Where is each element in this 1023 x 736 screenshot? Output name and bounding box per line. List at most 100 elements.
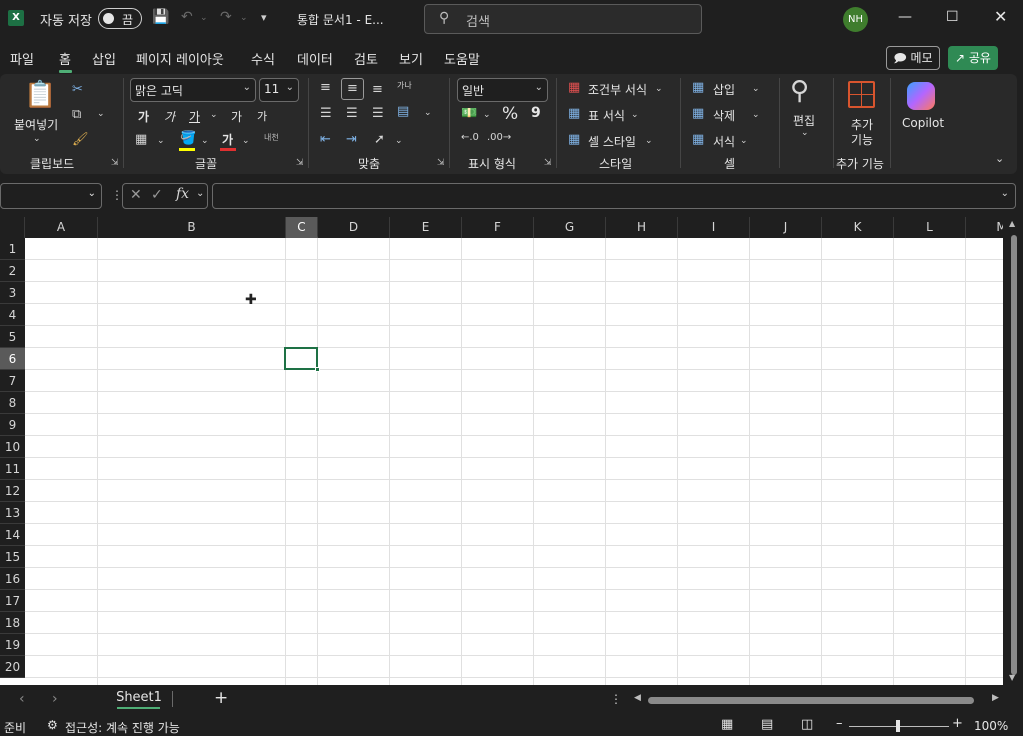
add-ins-icon[interactable] (848, 81, 875, 108)
column-header[interactable]: G (534, 217, 606, 238)
document-title[interactable]: 통합 문서1 - E... (297, 11, 384, 28)
cell-styles-button[interactable]: 셀 스타일 (588, 133, 636, 150)
fill-handle[interactable] (315, 367, 320, 372)
add-ins-label-2[interactable]: 기능 (851, 131, 873, 148)
orientation-icon[interactable]: ➚ (374, 132, 385, 147)
align-top-icon[interactable]: ≡ (320, 80, 331, 95)
expand-formula-icon[interactable]: ⌄ (1001, 188, 1009, 199)
shrink-font-button[interactable]: 가 (257, 108, 267, 124)
cancel-icon[interactable]: ✕ (130, 187, 142, 203)
italic-button[interactable]: 가 (164, 108, 175, 125)
chevron-down-icon[interactable]: ⌄ (645, 136, 653, 146)
cell-styles-icon[interactable]: ▦ (568, 132, 580, 147)
close-icon[interactable]: ✕ (994, 7, 1007, 26)
column-header[interactable]: K (822, 217, 894, 238)
column-header[interactable]: E (390, 217, 462, 238)
font-color-button[interactable]: 가 (222, 131, 233, 148)
editing-button[interactable]: 편집 (793, 112, 815, 129)
chevron-down-icon[interactable]: ⌄ (196, 188, 204, 199)
copilot-icon[interactable] (907, 82, 935, 110)
column-header[interactable]: C (286, 217, 318, 238)
number-format-select[interactable]: 일반 ⌄ (457, 78, 548, 102)
column-header[interactable]: I (678, 217, 750, 238)
tab-page-layout[interactable]: 페이지 레이아웃 (136, 49, 224, 68)
row-header[interactable]: 15 (0, 546, 25, 568)
undo-dropdown-icon[interactable]: ⌄ (200, 13, 208, 23)
enter-icon[interactable]: ✓ (151, 187, 163, 203)
row-header[interactable]: 6 (0, 348, 25, 370)
accounting-dropdown-icon[interactable]: ⌄ (483, 110, 491, 120)
orientation-dropdown-icon[interactable]: ⌄ (395, 136, 403, 146)
row-header[interactable]: 13 (0, 502, 25, 524)
row-header[interactable]: 10 (0, 436, 25, 458)
chevron-down-icon[interactable]: ⌄ (752, 110, 760, 120)
row-header[interactable]: 17 (0, 590, 25, 612)
font-size-select[interactable]: 11 ⌄ (259, 78, 299, 102)
tab-help[interactable]: 도움말 (444, 49, 480, 68)
row-header[interactable]: 12 (0, 480, 25, 502)
row-header[interactable]: 18 (0, 612, 25, 634)
chevron-down-icon[interactable]: ⌄ (655, 84, 663, 94)
redo-dropdown-icon[interactable]: ⌄ (240, 13, 248, 23)
row-header[interactable]: 20 (0, 656, 25, 678)
chevron-down-icon[interactable]: ⌄ (631, 110, 639, 120)
decrease-decimal-icon[interactable]: .00→ (487, 132, 511, 143)
format-cells-button[interactable]: 서식 (713, 133, 735, 150)
phonetic-button[interactable]: 내천 (264, 132, 279, 143)
row-header[interactable]: 19 (0, 634, 25, 656)
row-header[interactable]: 1 (0, 238, 25, 260)
vertical-scroll-thumb[interactable] (1011, 235, 1017, 675)
increase-indent-icon[interactable]: ⇥ (346, 132, 357, 147)
page-break-view-icon[interactable]: ◫ (801, 717, 813, 732)
paste-dropdown-icon[interactable]: ⌄ (33, 134, 41, 144)
font-launcher-icon[interactable]: ⇲ (296, 158, 304, 168)
tab-view[interactable]: 보기 (399, 49, 423, 68)
column-header[interactable]: J (750, 217, 822, 238)
paste-label[interactable]: 붙여넣기 (14, 116, 58, 133)
row-header[interactable]: 11 (0, 458, 25, 480)
name-box[interactable]: ⌄ (0, 183, 102, 209)
font-name-select[interactable]: 맑은 고딕 ⌄ (130, 78, 256, 102)
comma-style-button[interactable]: 9 (531, 105, 541, 121)
align-center-icon[interactable]: ☰ (346, 106, 358, 121)
fill-color-icon[interactable]: 🪣 (180, 131, 196, 146)
decrease-indent-icon[interactable]: ⇤ (320, 132, 331, 147)
tab-insert[interactable]: 삽입 (92, 49, 116, 68)
paste-icon[interactable]: 📋 (24, 80, 56, 110)
insert-cells-icon[interactable]: ▦ (692, 80, 704, 95)
column-header[interactable]: M (966, 217, 1003, 238)
row-header[interactable]: 9 (0, 414, 25, 436)
copy-icon[interactable]: ⧉ (72, 107, 81, 122)
zoom-in-icon[interactable]: + (952, 716, 963, 731)
chevron-down-icon[interactable]: ⌄ (752, 84, 760, 94)
row-header[interactable]: 16 (0, 568, 25, 590)
zoom-out-icon[interactable]: – (836, 716, 843, 731)
row-header[interactable]: 8 (0, 392, 25, 414)
collapse-ribbon-icon[interactable]: ⌄ (995, 152, 1004, 165)
chevron-down-icon[interactable]: ⌄ (801, 128, 809, 138)
borders-dropdown-icon[interactable]: ⌄ (157, 136, 165, 146)
row-header[interactable]: 14 (0, 524, 25, 546)
format-as-table-button[interactable]: 표 서식 (588, 107, 625, 124)
chevron-down-icon[interactable]: ⌄ (740, 136, 748, 146)
underline-dropdown-icon[interactable]: ⌄ (210, 110, 218, 120)
accessibility-status[interactable]: 접근성: 계속 진행 가능 (65, 719, 180, 736)
merge-center-icon[interactable]: ▤ (397, 104, 409, 119)
merge-dropdown-icon[interactable]: ⌄ (424, 108, 432, 118)
fill-color-dropdown-icon[interactable]: ⌄ (201, 136, 209, 146)
column-header[interactable]: L (894, 217, 966, 238)
format-painter-icon[interactable]: 🖌 (72, 132, 89, 147)
grow-font-button[interactable]: 가 (231, 108, 242, 125)
row-header[interactable]: 4 (0, 304, 25, 326)
tab-file[interactable]: 파일 (10, 49, 34, 68)
autosave-toggle[interactable]: 끔 (98, 8, 142, 29)
more-icon[interactable]: ⋮ (610, 692, 622, 706)
row-header[interactable]: 2 (0, 260, 25, 282)
delete-cells-button[interactable]: 삭제 (713, 107, 735, 124)
cut-icon[interactable]: ✂ (72, 82, 83, 97)
share-button[interactable]: ↗ 공유 (948, 46, 998, 70)
alignment-launcher-icon[interactable]: ⇲ (437, 158, 445, 168)
delete-cells-icon[interactable]: ▦ (692, 106, 704, 121)
next-sheet-icon[interactable]: › (52, 691, 58, 707)
align-bottom-icon[interactable]: ≡ (372, 82, 383, 97)
